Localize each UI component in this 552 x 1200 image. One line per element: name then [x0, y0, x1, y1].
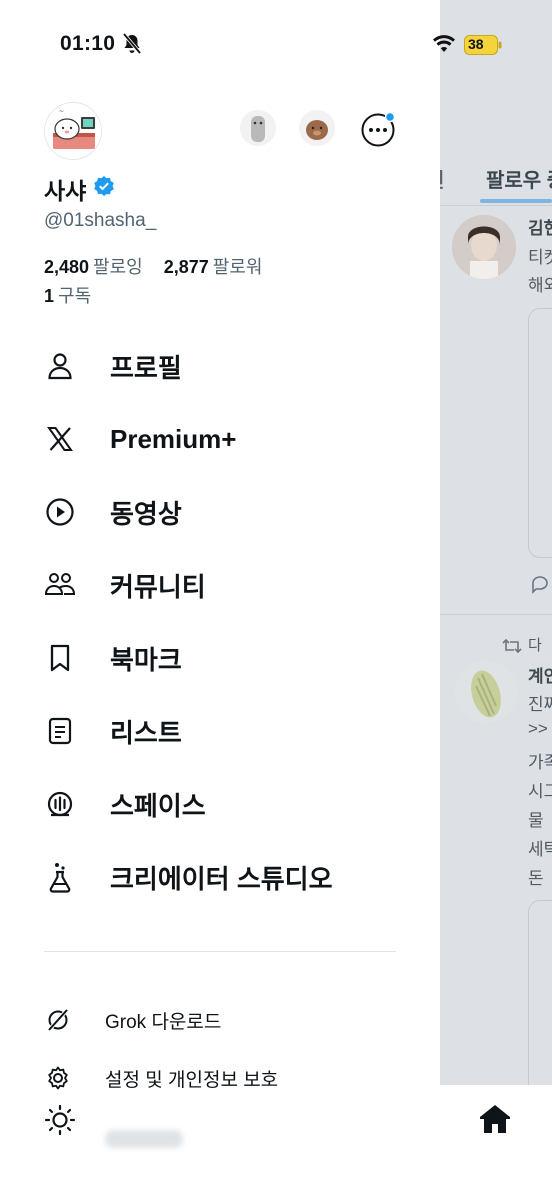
menu-label: 프로필 — [110, 352, 182, 383]
quoted-post[interactable] — [528, 308, 552, 558]
following-link[interactable]: 2,480 팔로잉 — [44, 257, 159, 277]
subscriptions-count: 1 — [44, 286, 55, 306]
menu-item-bookmarks[interactable]: 북마크 — [0, 628, 440, 688]
home-icon[interactable] — [478, 1103, 512, 1135]
menu-label: Premium+ — [110, 423, 237, 454]
post-divider — [440, 614, 552, 615]
quoted-post[interactable] — [528, 900, 552, 1100]
menu-item-premium[interactable]: Premium+ — [0, 409, 440, 469]
svg-text:~: ~ — [59, 108, 64, 115]
post-text: 시그 — [528, 782, 552, 801]
menu-item-grok-download[interactable]: Grok 다운로드 — [0, 1000, 440, 1040]
switch-account-avatar[interactable] — [299, 110, 335, 146]
menu-item-lists[interactable]: 리스트 — [0, 701, 440, 761]
grok-icon — [44, 1006, 72, 1034]
post-avatar[interactable] — [454, 660, 518, 724]
blurred-placeholder — [105, 1130, 183, 1148]
display-name[interactable]: 사샤 — [44, 172, 86, 206]
play-circle-icon — [44, 496, 76, 528]
tab-divider — [440, 205, 552, 206]
menu-item-communities[interactable]: 커뮤니티 — [0, 555, 440, 615]
bottom-tab-bar — [440, 1085, 552, 1200]
community-icon — [44, 569, 76, 601]
post-text: 돈 — [528, 869, 544, 888]
dimmed-timeline[interactable]: 전 팔로우 중 김현 티켓 해외 다 계인 진짜 >> 가족 시그 물 세탁 돈 — [440, 0, 552, 1200]
post-text: 해외 — [528, 276, 552, 295]
tab-for-you[interactable]: 전 — [440, 164, 444, 193]
following-label: 팔로잉 — [93, 257, 143, 277]
verified-badge-icon — [94, 176, 114, 196]
menu-label: 커뮤니티 — [110, 571, 206, 602]
spaces-icon — [44, 788, 76, 820]
status-time: 01:10 — [60, 32, 116, 55]
battery-level: 38 — [468, 36, 484, 52]
menu-label: 동영상 — [110, 498, 182, 529]
display-brightness-icon[interactable] — [44, 1104, 76, 1136]
menu-label: 스페이스 — [110, 790, 206, 821]
list-icon — [44, 715, 76, 747]
menu-label: 크리에이터 스튜디오 — [110, 863, 333, 894]
menu-item-settings-privacy[interactable]: 설정 및 개인정보 보호 — [0, 1058, 440, 1098]
active-tab-indicator — [480, 199, 552, 203]
follow-stats: 2,480 팔로잉 2,877 팔로워 — [44, 253, 278, 279]
person-icon — [44, 350, 76, 382]
menu-label: Grok 다운로드 — [105, 1011, 222, 1033]
reply-icon[interactable] — [530, 574, 550, 594]
subscriptions-link[interactable]: 1 구독 — [44, 282, 91, 308]
menu-item-spaces[interactable]: 스페이스 — [0, 774, 440, 834]
menu-item-videos[interactable]: 동영상 — [0, 482, 440, 542]
more-options-icon[interactable] — [360, 112, 396, 148]
flask-icon — [44, 861, 76, 893]
repost-icon — [502, 638, 522, 654]
user-handle: @01shasha_ — [44, 210, 157, 231]
menu-label: 북마크 — [110, 644, 182, 675]
menu-divider — [44, 951, 396, 952]
followers-link[interactable]: 2,877 팔로워 — [164, 257, 279, 277]
post-text: 가족 — [528, 753, 552, 772]
gear-icon — [44, 1064, 72, 1092]
post-author: 계인 — [528, 667, 552, 686]
switch-account-avatar[interactable] — [240, 110, 276, 146]
post-text: 물 — [528, 811, 544, 830]
bell-off-icon — [122, 33, 142, 55]
tab-following[interactable]: 팔로우 중 — [486, 164, 552, 193]
menu-label: 설정 및 개인정보 보호 — [105, 1069, 279, 1091]
menu-label: 리스트 — [110, 717, 182, 748]
repost-label: 다 — [528, 637, 542, 654]
side-drawer: 01:10 ~ 사샤 @01shasha_ 2,480 팔로잉 2,877 팔로… — [0, 0, 440, 1200]
menu-item-creator-studio[interactable]: 크리에이터 스튜디오 — [0, 847, 440, 907]
bookmark-icon — [44, 642, 76, 674]
profile-avatar[interactable]: ~ — [44, 102, 102, 160]
post-avatar[interactable] — [452, 215, 516, 279]
following-count: 2,480 — [44, 257, 90, 277]
subscriptions-label: 구독 — [58, 286, 92, 306]
post-text: >> — [528, 719, 548, 738]
x-logo-icon — [44, 423, 76, 455]
wifi-icon — [433, 35, 455, 52]
post-author: 김현 — [528, 219, 552, 238]
followers-label: 팔로워 — [212, 257, 263, 277]
followers-count: 2,877 — [163, 257, 209, 277]
post-text: 진짜 — [528, 695, 552, 714]
menu-item-profile[interactable]: 프로필 — [0, 336, 440, 396]
post-text: 세탁 — [528, 840, 552, 859]
post-text: 티켓 — [528, 248, 552, 267]
